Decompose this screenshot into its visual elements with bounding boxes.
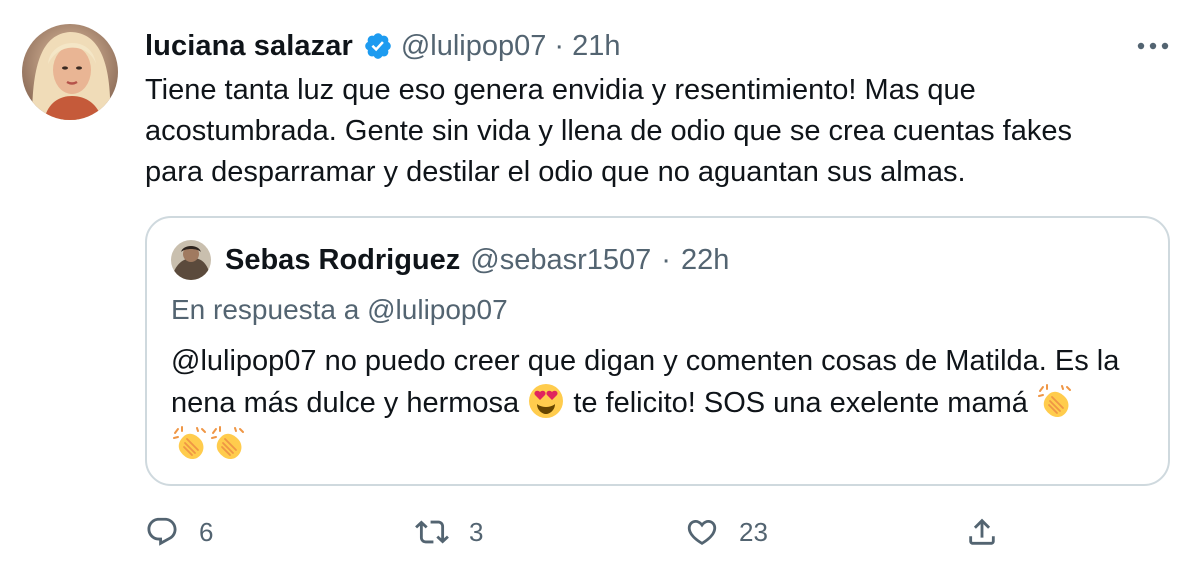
more-options-icon[interactable]	[1136, 34, 1170, 58]
reply-button[interactable]: 6	[145, 510, 213, 554]
quoted-tweet-header: Sebas Rodriguez @sebasr1507 · 22h	[171, 240, 729, 280]
reply-mention-link[interactable]: @lulipop07	[367, 294, 508, 325]
heart-icon	[685, 515, 719, 549]
reply-icon	[145, 515, 179, 549]
quoted-header-separator: ·	[661, 243, 671, 276]
retweet-button[interactable]: 3	[415, 510, 483, 554]
author-display-name[interactable]: luciana salazar	[145, 30, 353, 63]
reply-context: En respuesta a @lulipop07	[171, 294, 508, 326]
tweet-actions: 6 3 23	[145, 510, 1165, 554]
like-count: 23	[739, 516, 768, 547]
header-separator: ·	[554, 29, 565, 62]
share-icon	[965, 515, 999, 549]
quoted-tweet-timestamp[interactable]: 22h	[681, 244, 729, 277]
retweet-icon	[415, 515, 449, 549]
quoted-author-handle[interactable]: @sebasr1507	[470, 244, 651, 277]
tweet-timestamp[interactable]: 21h	[572, 30, 620, 63]
reply-count: 6	[199, 516, 214, 547]
clapping-hands-emoji-icon	[1037, 383, 1073, 419]
clapping-hands-emoji-icon	[210, 425, 246, 461]
author-handle[interactable]: @lulipop07	[401, 30, 547, 63]
share-button[interactable]	[965, 510, 999, 554]
quoted-text-part2: te felicito! SOS una exelente mamá	[573, 387, 1028, 419]
quoted-tweet-text: @lulipop07 no puedo creer que digan y co…	[171, 340, 1146, 466]
quoted-author-avatar[interactable]	[171, 240, 211, 280]
heart-eyes-emoji-icon	[528, 383, 564, 419]
tweet-text: Tiene tanta luz que eso genera envidia y…	[145, 74, 1072, 188]
quoted-author-display-name[interactable]: Sebas Rodriguez	[225, 244, 460, 277]
author-avatar[interactable]	[22, 24, 118, 120]
quoted-tweet[interactable]: Sebas Rodriguez @sebasr1507 · 22h En res…	[145, 216, 1170, 486]
tweet[interactable]: luciana salazar @lulipop07 · 21h Tiene t…	[0, 0, 1200, 575]
like-button[interactable]: 23	[685, 510, 768, 554]
tweet-header: luciana salazar @lulipop07 · 21h	[145, 28, 620, 64]
retweet-count: 3	[469, 516, 484, 547]
clapping-hands-emoji-icon	[172, 425, 208, 461]
reply-prefix: En respuesta a	[171, 294, 360, 325]
verified-badge-icon	[363, 31, 393, 61]
